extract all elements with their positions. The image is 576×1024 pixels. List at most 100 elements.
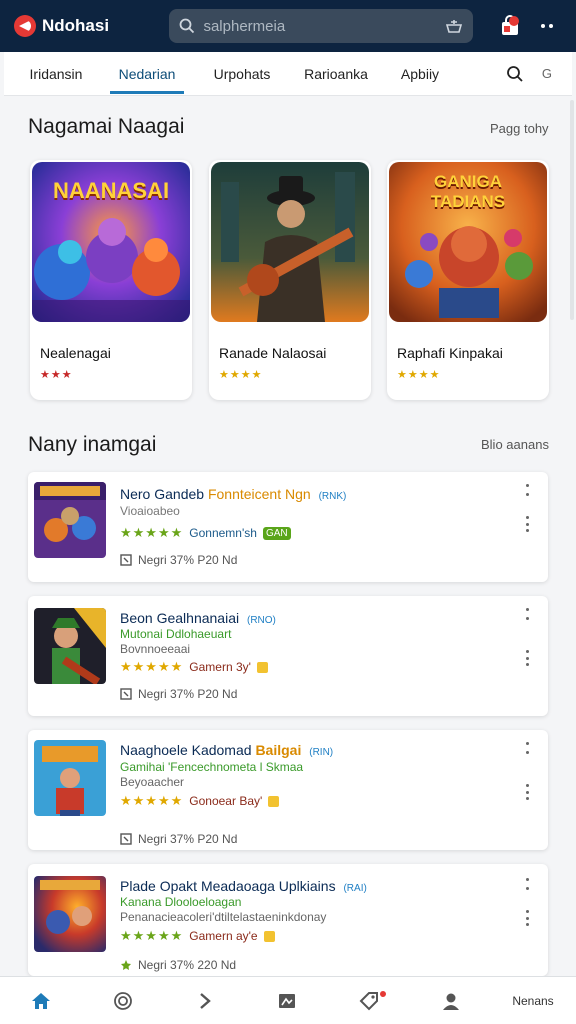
title-text: Beon Gealhnanaiai bbox=[120, 610, 240, 626]
meta-row: Negri 37% 220 Nd bbox=[120, 958, 236, 972]
item-menu-icon[interactable] bbox=[520, 650, 534, 666]
rating-label: Gonnemn'sh bbox=[189, 526, 257, 540]
tab-more[interactable]: G bbox=[542, 66, 552, 81]
nav-games[interactable] bbox=[82, 977, 164, 1024]
rating-row: ★★★★★ Gonnemn'sh GAN bbox=[120, 525, 291, 541]
bottom-navigation: Nenans bbox=[0, 976, 576, 1024]
rating-row: ★★★★★ Gonoear Bay' bbox=[120, 793, 280, 809]
list-item-title: Naaghoele Kadomad Bailgai (RIN) bbox=[120, 742, 333, 758]
chevron-right-icon bbox=[198, 992, 212, 1010]
game-thumbnail bbox=[34, 740, 106, 816]
search-bar[interactable] bbox=[169, 9, 474, 43]
featured-card[interactable]: Ranade Nalaosai ★★★★ bbox=[209, 160, 371, 400]
title-text: Naaghoele Kadomad bbox=[120, 742, 252, 758]
game-thumbnail bbox=[34, 482, 106, 558]
item-overflow-icon[interactable] bbox=[520, 878, 534, 890]
list-item[interactable]: Beon Gealhnanaiai (RNO) Mutonai Ddlohaeu… bbox=[28, 596, 548, 716]
list-item[interactable]: Plade Opakt Meadaoaga Uplkiains (RAI) Ka… bbox=[28, 864, 548, 976]
tab-apbiiy[interactable]: Apbiiy bbox=[384, 52, 456, 96]
rating-stars: ★★★★ bbox=[219, 369, 263, 381]
rating-label: Gamern 3y' bbox=[189, 660, 251, 674]
item-menu-icon[interactable] bbox=[520, 784, 534, 800]
featured-card[interactable]: GANIGA TADIANS Raphafi Kinpakai ★★★★ bbox=[387, 160, 549, 400]
title-tag: (RAI) bbox=[343, 883, 367, 894]
game-art-image: NAANASAI bbox=[32, 162, 190, 322]
profile-icon bbox=[441, 991, 461, 1011]
game-art-title: GANIGA TADIANS bbox=[430, 172, 506, 211]
rating-emoji-icon bbox=[268, 795, 280, 807]
tab-iridansin[interactable]: Iridansin bbox=[4, 52, 108, 96]
item-overflow-icon[interactable] bbox=[520, 742, 534, 754]
rating-stars: ★★★★★ bbox=[120, 928, 184, 943]
notification-dot bbox=[380, 990, 386, 997]
featured-game-name: Nealenagai bbox=[40, 345, 111, 361]
rating-label: Gonoear Bay' bbox=[189, 794, 263, 808]
tab-urpohats[interactable]: Urpohats bbox=[196, 52, 288, 96]
game-art-title: NAANASAI bbox=[52, 178, 170, 203]
store-bag-icon[interactable] bbox=[495, 11, 524, 41]
title-tag: (RIN) bbox=[309, 747, 334, 758]
featured-see-more-link[interactable]: Pagg tohy bbox=[490, 121, 549, 136]
voice-search-icon[interactable] bbox=[445, 18, 463, 34]
rating-emoji-icon bbox=[256, 661, 268, 673]
rating-stars: ★★★ bbox=[40, 369, 73, 381]
list-item[interactable]: Nero Gandeb Fonnteicent Ngn (RNK) Vioaio… bbox=[28, 472, 548, 582]
download-icon bbox=[120, 688, 132, 700]
meta-text: Negri 37% 220 Nd bbox=[138, 958, 237, 972]
list-item-title: Beon Gealhnanaiai (RNO) bbox=[120, 610, 276, 626]
nav-library[interactable] bbox=[246, 977, 328, 1024]
tab-search-icon[interactable] bbox=[506, 65, 524, 83]
list-see-more-link[interactable]: Blio aanans bbox=[481, 437, 549, 452]
scrollbar[interactable] bbox=[570, 100, 574, 320]
item-overflow-icon[interactable] bbox=[520, 484, 534, 496]
app-logo-icon[interactable] bbox=[14, 15, 36, 37]
search-icon bbox=[179, 18, 195, 34]
rating-row: ★★★★★ Gamern 3y' bbox=[120, 659, 268, 675]
list-item-subtitle: Gamihai 'Fencechnometa l Skmaa bbox=[120, 760, 304, 774]
game-thumbnail bbox=[34, 876, 106, 952]
title-highlight: Fonnteicent Ngn bbox=[207, 486, 311, 502]
meta-row: Negri 37% P20 Nd bbox=[120, 687, 237, 701]
title-text: Plade Opakt Meadaoaga Uplkiains bbox=[120, 878, 336, 894]
meta-row: Negri 37% P20 Nd bbox=[120, 553, 237, 567]
list-item-title: Nero Gandeb Fonnteicent Ngn (RNK) bbox=[120, 486, 346, 502]
game-thumbnail bbox=[34, 608, 106, 684]
rating-emoji-icon bbox=[263, 930, 275, 942]
category-tabs: Iridansin Nedarian Urpohats Rarioanka Ap… bbox=[4, 52, 572, 96]
item-overflow-icon[interactable] bbox=[520, 608, 534, 620]
tag-icon bbox=[359, 991, 379, 1011]
spiral-icon bbox=[113, 991, 133, 1011]
item-menu-icon[interactable] bbox=[520, 516, 534, 532]
meta-text: Negri 37% P20 Nd bbox=[138, 687, 238, 701]
title-tag: (RNK) bbox=[318, 491, 347, 502]
overflow-menu-icon[interactable] bbox=[533, 11, 562, 41]
nav-offers[interactable] bbox=[328, 977, 410, 1024]
list-item-subtitle: Vioaioabeo bbox=[120, 504, 180, 518]
featured-card[interactable]: NAANASAI Nealenagai ★★★ bbox=[30, 160, 192, 400]
nav-play[interactable] bbox=[164, 977, 246, 1024]
nav-profile[interactable] bbox=[410, 977, 492, 1024]
tab-rarioanka[interactable]: Rarioanka bbox=[292, 52, 380, 96]
item-menu-icon[interactable] bbox=[520, 910, 534, 926]
home-icon bbox=[31, 992, 51, 1010]
rating-badge: GAN bbox=[262, 526, 291, 540]
game-art-image bbox=[211, 162, 369, 322]
star-small-icon bbox=[120, 959, 132, 971]
list-item-developer: Beyoaacher bbox=[120, 775, 185, 789]
nav-more[interactable]: Nenans bbox=[492, 977, 574, 1024]
list-item-subtitle: Kanana Dlooloeloagan bbox=[120, 895, 242, 909]
rating-stars: ★★★★★ bbox=[120, 525, 184, 540]
tab-nedarian[interactable]: Nedarian bbox=[110, 52, 184, 96]
list-item-developer: Bovnnoeeaai bbox=[120, 642, 191, 656]
list-item-developer: Penanacieacoleri'dtiltelastaeninkdonay bbox=[120, 910, 327, 924]
meta-row: Negri 37% P20 Nd bbox=[120, 832, 237, 846]
featured-section-title: Nagamai Naagai bbox=[28, 115, 185, 138]
search-input[interactable] bbox=[203, 17, 446, 35]
meta-text: Negri 37% P20 Nd bbox=[138, 832, 238, 846]
app-title: Ndohasi bbox=[42, 16, 110, 35]
list-item[interactable]: Naaghoele Kadomad Bailgai (RIN) Gamihai … bbox=[28, 730, 548, 850]
list-item-title: Plade Opakt Meadaoaga Uplkiains (RAI) bbox=[120, 878, 367, 894]
rating-stars: ★★★★ bbox=[397, 369, 441, 381]
nav-home[interactable] bbox=[0, 977, 82, 1024]
top-app-bar: Ndohasi bbox=[0, 0, 576, 52]
